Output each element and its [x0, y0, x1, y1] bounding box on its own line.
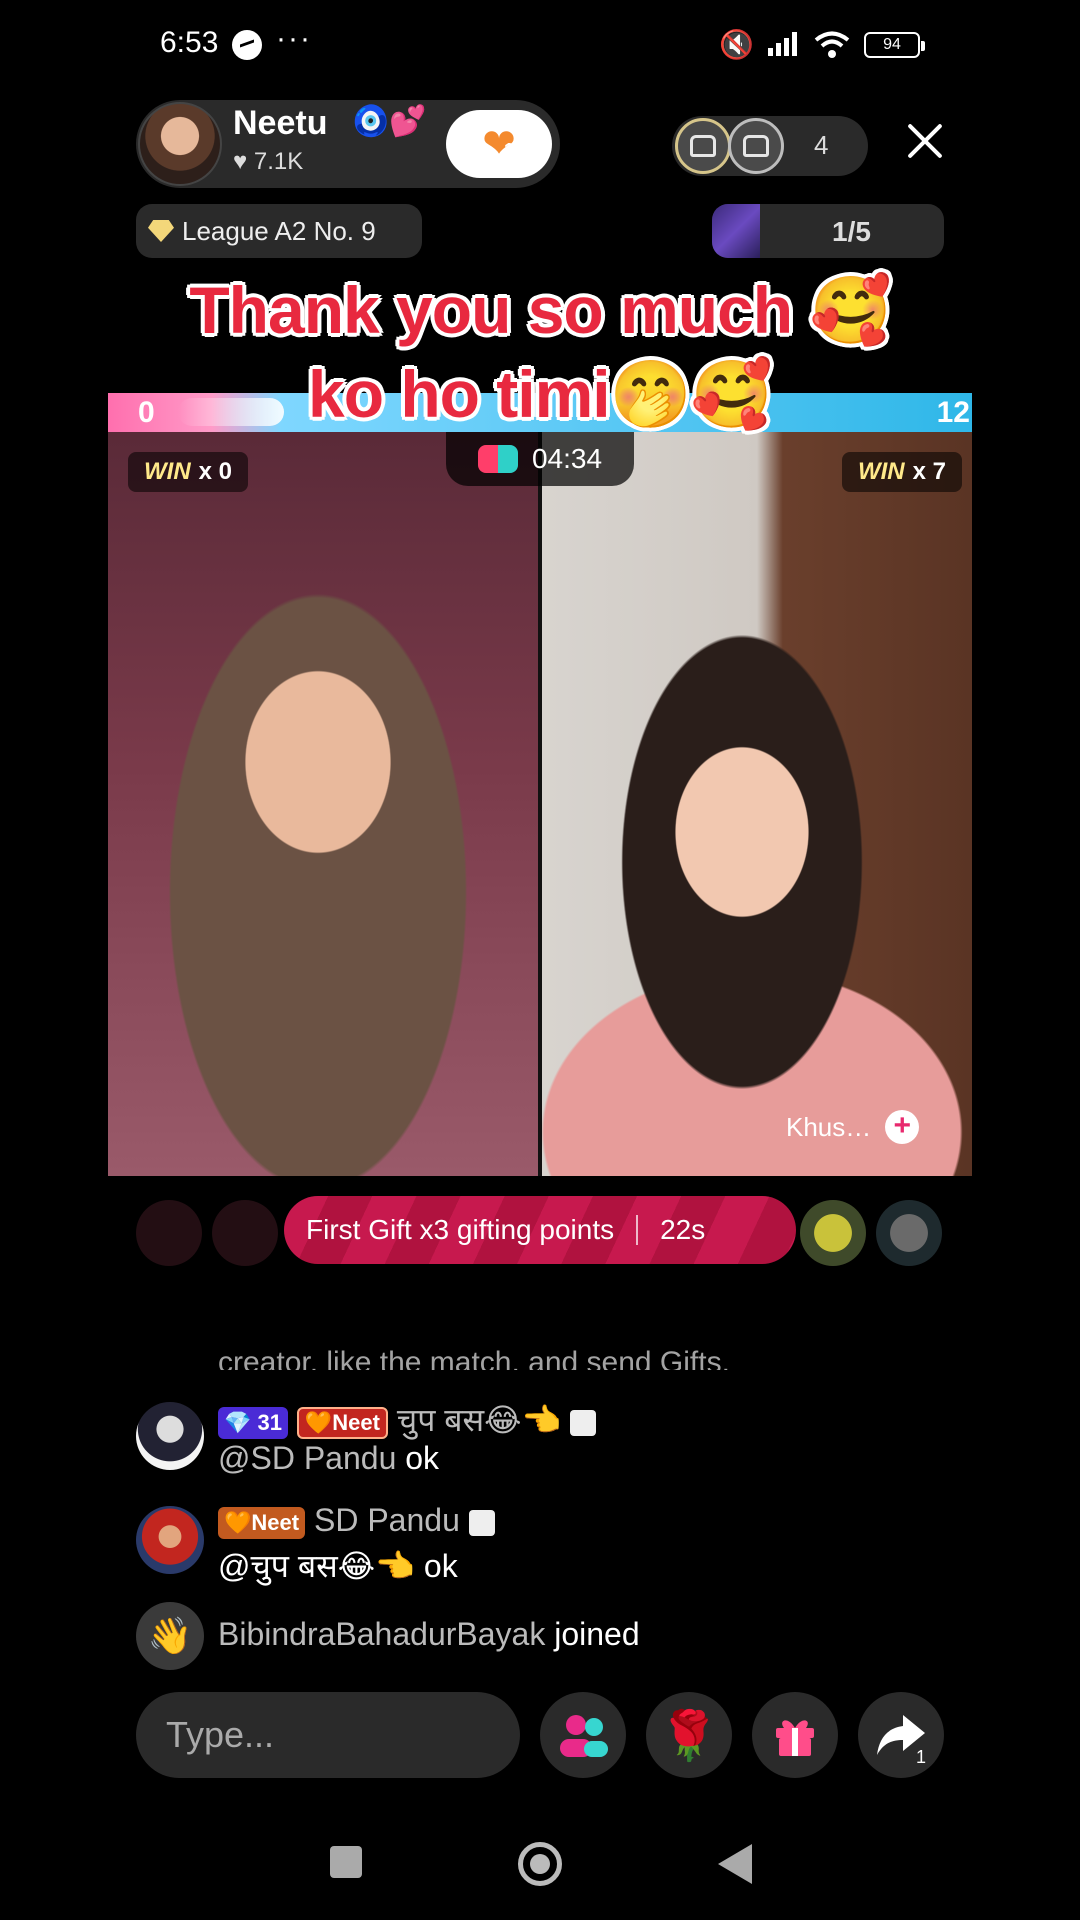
share-button[interactable]: 1: [858, 1692, 944, 1778]
chat-message-header: 💎 31 🧡 Neet चुप बस😂👈: [218, 1398, 597, 1441]
win-label: WIN: [857, 458, 905, 485]
boxing-glove-icon: [477, 445, 518, 473]
fan-badge: 🧡 Neet: [296, 1406, 388, 1439]
wifi-icon: [814, 31, 850, 58]
joined-username[interactable]: BibindraBahadurBayak: [218, 1616, 545, 1652]
viewer-seat-icon[interactable]: [728, 118, 784, 174]
gift-icon: [776, 1720, 814, 1756]
first-gift-banner[interactable]: First Gift x3 gifting points 22s: [284, 1196, 796, 1264]
gifter-role-icon: [468, 1509, 495, 1536]
messenger-icon: [232, 30, 262, 60]
level-badge: 💎 31: [218, 1406, 288, 1439]
gifter-seat-icon[interactable]: [212, 1200, 278, 1266]
gifter-seat-icon[interactable]: [136, 1200, 202, 1266]
chat-message-text: @चुप बस😂👈 ok: [218, 1548, 458, 1584]
heart-count: 18: [504, 140, 525, 160]
mute-icon: 🔇: [719, 29, 754, 60]
status-time: 6:53: [160, 26, 219, 59]
follow-heart-button[interactable]: ❤ 18: [446, 110, 552, 178]
ranking-label: 1/5: [832, 216, 871, 247]
gift-banner-divider: [636, 1215, 639, 1245]
chat-faded-message: creator, like the match, and send Gifts.: [218, 1346, 730, 1370]
rose-icon: 🌹: [659, 1709, 719, 1763]
win-multiplier: x 0: [198, 458, 233, 485]
top-gifter-avatar[interactable]: [800, 1200, 866, 1266]
people-icon: [560, 1715, 608, 1757]
host-name: Neetu: [233, 104, 328, 142]
fan-badge: 🧡 Neet: [218, 1506, 306, 1539]
host-likes: ♥ 7.1K: [233, 148, 304, 175]
share-count: 1: [915, 1747, 926, 1767]
opponent-tag[interactable]: Khus… +: [786, 1110, 920, 1144]
battle-timer: 04:34: [446, 432, 634, 486]
overlay-caption-line2: ko ho timi🤭🥰: [307, 357, 773, 431]
join-notice: BibindraBahadurBayak joined: [218, 1616, 640, 1653]
home-button[interactable]: [518, 1842, 562, 1886]
timer-text: 04:34: [531, 443, 603, 474]
rose-gift-button[interactable]: 🌹: [646, 1692, 732, 1778]
signal-icon: [768, 31, 800, 58]
ranking-pill[interactable]: 1/5: [712, 204, 944, 258]
battery-indicator: 94: [864, 31, 925, 58]
opponent-video-panel[interactable]: [542, 432, 972, 1176]
top-gifter-avatar[interactable]: [876, 1200, 942, 1266]
league-badge[interactable]: League A2 No. 9: [136, 204, 422, 258]
follow-plus-icon[interactable]: +: [885, 1110, 920, 1144]
joined-text: joined: [545, 1616, 640, 1652]
chat-message-header: 🧡 Neet SD Pandu: [218, 1502, 495, 1539]
status-icons: 🔇 94: [719, 28, 925, 61]
gifter-role-icon: [570, 1409, 597, 1436]
chat-username[interactable]: SD Pandu: [314, 1502, 460, 1538]
multi-guest-button[interactable]: [540, 1692, 626, 1778]
close-icon[interactable]: [902, 118, 948, 164]
back-button[interactable]: [718, 1844, 752, 1884]
chat-mention[interactable]: @SD Pandu: [218, 1440, 396, 1476]
chat-avatar[interactable]: [136, 1402, 204, 1470]
opponent-win-streak: WIN x 7: [841, 452, 962, 492]
comment-input[interactable]: Type...: [136, 1692, 520, 1778]
chat-avatar[interactable]: [136, 1506, 204, 1574]
win-label: WIN: [144, 458, 191, 485]
host-avatar[interactable]: [138, 102, 222, 186]
ranking-thumbnail: [712, 204, 760, 258]
host-name-emoji: 🧿💕: [352, 105, 427, 138]
viewer-seat-icon[interactable]: [675, 118, 731, 174]
chat-message-text: @SD Pandu ok: [218, 1440, 439, 1477]
wave-hand-icon: 👋: [136, 1602, 204, 1670]
viewer-count: 4: [814, 130, 829, 160]
host-video-panel[interactable]: [108, 432, 538, 1176]
win-multiplier: x 7: [912, 458, 946, 485]
status-more-icon: ···: [276, 22, 312, 55]
gift-banner-timer: 22s: [660, 1214, 706, 1245]
recent-apps-button[interactable]: [330, 1846, 362, 1878]
gift-banner-text: First Gift x3 gifting points: [306, 1214, 615, 1245]
gift-button[interactable]: [752, 1692, 838, 1778]
chat-message-body: ok: [396, 1440, 440, 1476]
video-divider: [538, 432, 542, 1176]
diamond-icon: [148, 220, 174, 242]
chat-username[interactable]: चुप बस😂👈: [397, 1402, 562, 1438]
overlay-caption-line1: Thank you so much 🥰: [189, 273, 891, 347]
league-label: League A2 No. 9: [182, 215, 376, 246]
opponent-name: Khus…: [786, 1111, 872, 1142]
host-win-streak: WIN x 0: [128, 452, 249, 492]
